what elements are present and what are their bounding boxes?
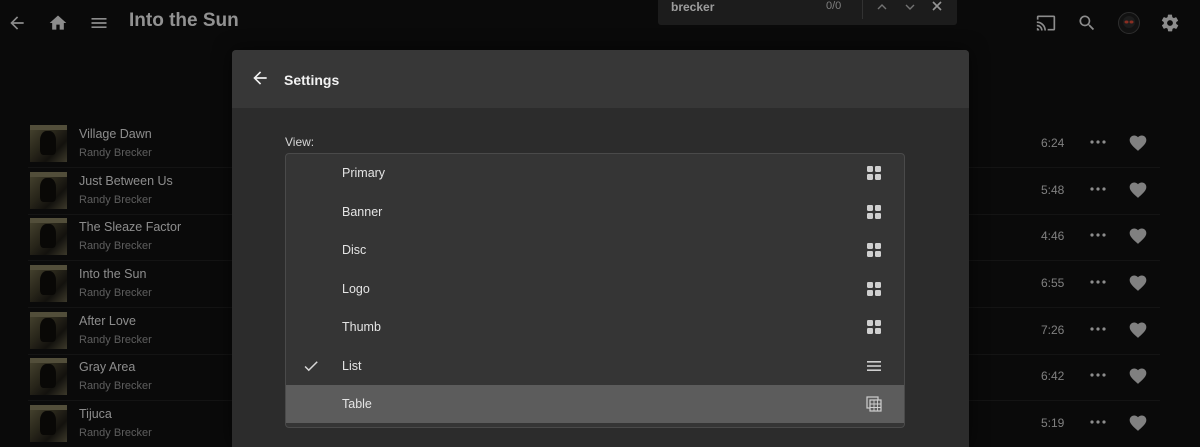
dialog-header: Settings [232, 50, 969, 108]
grid-icon [866, 165, 882, 181]
grid-icon [866, 319, 882, 335]
checkmark-icon [302, 357, 320, 375]
grid-icon [866, 204, 882, 220]
dialog-title: Settings [284, 72, 340, 88]
view-option-disc[interactable]: Disc [286, 231, 904, 269]
view-option-primary[interactable]: Primary [286, 154, 904, 192]
grid-icon [866, 242, 882, 258]
settings-dialog: Settings View: Primary Banner Disc Logo Thum… [232, 50, 969, 447]
dialog-back-arrow-icon[interactable] [250, 68, 272, 90]
view-option-thumb[interactable]: Thumb [286, 308, 904, 346]
view-option-logo[interactable]: Logo [286, 270, 904, 308]
grid-icon [866, 281, 882, 297]
view-option-label: Thumb [342, 320, 381, 334]
table-icon [866, 396, 882, 412]
view-option-table[interactable]: Table [286, 385, 904, 423]
view-option-label: Table [342, 397, 372, 411]
view-option-label: Disc [342, 243, 367, 257]
view-option-list[interactable]: List [286, 347, 904, 385]
view-option-label: Primary [342, 166, 386, 180]
view-option-label: List [342, 358, 362, 373]
view-option-label: Logo [342, 281, 370, 296]
view-option-label: Banner [342, 204, 383, 219]
view-select-menu: Primary Banner Disc Logo Thumb List Table [285, 153, 905, 428]
view-option-banner[interactable]: Banner [286, 193, 904, 231]
view-field-label: View: [285, 135, 315, 149]
list-icon [866, 358, 882, 374]
